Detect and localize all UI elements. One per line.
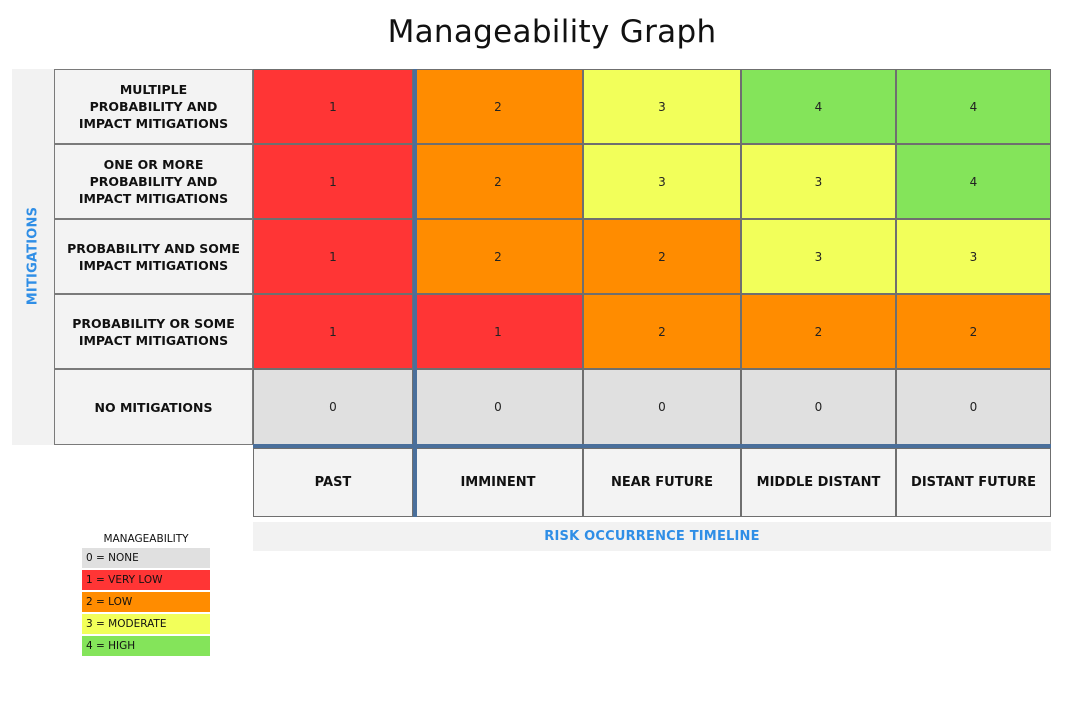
- heatmap-cell: 0: [253, 369, 413, 445]
- column-label: DISTANT FUTURE: [896, 448, 1051, 517]
- legend-item: 4 = HIGH: [82, 636, 210, 656]
- heatmap-cell: 3: [583, 144, 741, 219]
- row-label: ONE OR MORE PROBABILITY AND IMPACT MITIG…: [54, 144, 253, 219]
- heatmap-cell: 0: [896, 369, 1051, 445]
- heatmap-cell: 2: [413, 219, 583, 294]
- heatmap-cell: 1: [253, 69, 413, 144]
- legend-title: MANAGEABILITY: [103, 533, 189, 545]
- legend: MANAGEABILITY 0 = NONE 1 = VERY LOW 2 = LO…: [82, 530, 210, 658]
- column-labels: PAST IMMINENT NEAR FUTURE MIDDLE DISTANT DIS…: [253, 448, 1051, 517]
- heatmap-cell: 0: [583, 369, 741, 445]
- legend-item: 0 = NONE: [82, 548, 210, 568]
- heatmap-cell: 2: [413, 69, 583, 144]
- heatmap-cell: 3: [896, 219, 1051, 294]
- heatmap-cell: 4: [896, 144, 1051, 219]
- y-axis-label: MITIGATIONS: [25, 206, 41, 306]
- heatmap-grid: 1234412334122331122200000: [253, 69, 1051, 445]
- row-label: PROBABILITY AND SOME IMPACT MITIGATIONS: [54, 219, 253, 294]
- legend-item: 2 = LOW: [82, 592, 210, 612]
- heatmap-cell: 2: [413, 144, 583, 219]
- heatmap-cell: 3: [741, 144, 896, 219]
- heatmap-cell: 3: [583, 69, 741, 144]
- x-axis-label: RISK OCCURRENCE TIMELINE: [253, 522, 1051, 551]
- heatmap-cell: 2: [583, 294, 741, 369]
- heatmap-cell: 0: [741, 369, 896, 445]
- legend-item: 3 = MODERATE: [82, 614, 210, 634]
- heatmap-cell: 4: [896, 69, 1051, 144]
- chart-title: Manageability Graph: [387, 14, 717, 50]
- row-label: NO MITIGATIONS: [54, 369, 253, 445]
- column-label: IMMINENT: [413, 448, 583, 517]
- column-label: PAST: [253, 448, 413, 517]
- legend-item: 1 = VERY LOW: [82, 570, 210, 590]
- heatmap-cell: 1: [253, 144, 413, 219]
- row-label: PROBABILITY OR SOME IMPACT MITIGATIONS: [54, 294, 253, 369]
- heatmap-cell: 2: [583, 219, 741, 294]
- heatmap-cell: 2: [896, 294, 1051, 369]
- column-label: MIDDLE DISTANT: [741, 448, 896, 517]
- heatmap-cell: 4: [741, 69, 896, 144]
- heatmap-cell: 3: [741, 219, 896, 294]
- heatmap-cell: 1: [253, 219, 413, 294]
- row-label: MULTIPLE PROBABILITY AND IMPACT MITIGATI…: [54, 69, 253, 144]
- vertical-divider: [413, 69, 417, 517]
- horizontal-divider: [253, 444, 1051, 448]
- heatmap-cell: 1: [413, 294, 583, 369]
- heatmap-cell: 2: [741, 294, 896, 369]
- column-label: NEAR FUTURE: [583, 448, 741, 517]
- heatmap-cell: 0: [413, 369, 583, 445]
- heatmap-cell: 1: [253, 294, 413, 369]
- legend-items: 0 = NONE 1 = VERY LOW 2 = LOW 3 = MODERATE 4…: [82, 548, 210, 656]
